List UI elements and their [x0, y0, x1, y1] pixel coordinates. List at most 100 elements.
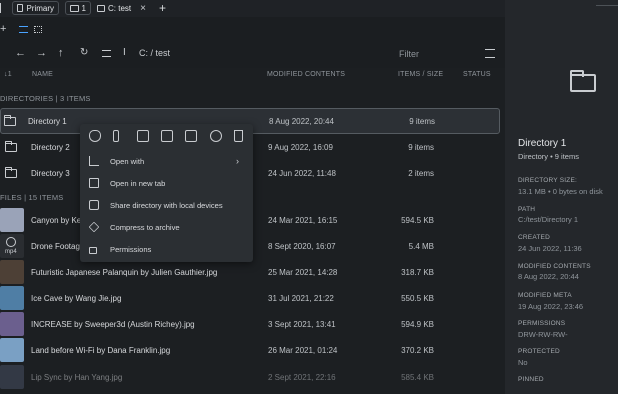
path-value: C:/test/Directory 1 [518, 215, 579, 224]
row-name: Directory 3 [31, 168, 70, 178]
menu-item-open-new-tab[interactable]: Open in new tab [80, 173, 253, 193]
copy-icon[interactable] [161, 130, 173, 142]
protected-label: PROTECTED [518, 348, 560, 355]
permissions-value: DRW-RW-RW- [518, 330, 568, 339]
new-tab-icon [89, 178, 99, 188]
tab-label: C: test [108, 3, 132, 13]
table-row[interactable]: Futuristic Japanese Palanquin by Julien … [0, 259, 500, 285]
directory-size-value: 13.1 MB • 0 bytes on disk [518, 187, 603, 196]
menu-item-label: Permissions [110, 244, 152, 254]
modified-contents-value: 8 Aug 2022, 20:44 [518, 272, 579, 281]
directories-section-header: DIRECTORIES | 3 ITEMS [0, 94, 91, 103]
filter-options-icon[interactable] [485, 49, 495, 58]
row-name: INCREASE by Sweeper3d (Austin Richey).jp… [31, 319, 195, 329]
copy-icon [17, 4, 24, 12]
table-row[interactable]: INCREASE by Sweeper3d (Austin Richey).jp… [0, 311, 500, 337]
primary-label: Primary [26, 3, 54, 13]
row-name: Land before Wi-Fi by Dana Franklin.jpg [31, 345, 171, 355]
files-section-header: FILES | 15 ITEMS [0, 193, 64, 202]
share-icon [89, 200, 99, 210]
window-controls[interactable] [596, 5, 618, 13]
row-name: Directory 2 [31, 142, 70, 152]
row-modified: 24 Jun 2022, 11:48 [268, 168, 336, 178]
menu-item-label: Open with [110, 156, 145, 166]
menu-item-permissions[interactable]: Permissions [80, 239, 253, 259]
protected-value: No [518, 358, 528, 367]
add-icon[interactable]: + [0, 23, 6, 35]
row-name: Drone Footage [31, 241, 85, 251]
details-panel: Directory 1 Directory • 9 items DIRECTOR… [505, 0, 618, 394]
table-row[interactable]: Land before Wi-Fi by Dana Franklin.jpg 2… [0, 337, 500, 363]
row-modified: 25 Mar 2021, 14:28 [268, 267, 338, 277]
modified-contents-label: MODIFIED CONTENTS [518, 263, 591, 270]
new-tab-button[interactable]: + [159, 1, 166, 15]
folder-icon [4, 114, 16, 126]
column-header-status[interactable]: STATUS [463, 71, 491, 85]
row-size: 594.9 KB [401, 319, 434, 329]
created-label: CREATED [518, 234, 550, 241]
menu-item-label: Open in new tab [110, 178, 166, 188]
row-modified: 8 Aug 2022, 20:44 [269, 116, 334, 126]
file-thumbnail [0, 286, 24, 310]
modified-meta-value: 19 Aug 2022, 23:46 [518, 302, 584, 311]
file-thumbnail [0, 260, 24, 284]
row-name: Canyon by Kev [31, 215, 86, 225]
play-icon [6, 237, 16, 247]
column-header-name[interactable]: NAME [32, 71, 53, 85]
directory-size-label: DIRECTORY SIZE: [518, 177, 577, 184]
row-modified: 8 Sept 2020, 16:07 [268, 241, 336, 251]
row-modified: 24 Mar 2021, 16:15 [268, 215, 338, 225]
shield-icon[interactable] [89, 130, 101, 142]
filter-input[interactable]: Filter [393, 44, 505, 64]
link-icon[interactable] [210, 130, 222, 142]
tab-count-label: 1 [81, 3, 86, 13]
menu-item-open-with[interactable]: Open with › [80, 151, 253, 171]
menu-item-compress[interactable]: Compress to archive [80, 217, 253, 237]
menu-item-label: Compress to archive [110, 222, 180, 232]
app-menu-icon[interactable] [0, 3, 4, 13]
pinned-label: PINNED [518, 376, 544, 383]
row-modified: 26 Mar 2021, 01:24 [268, 345, 338, 355]
lock-icon [89, 247, 97, 254]
column-header-modified[interactable]: MODIFIED CONTENTS [267, 71, 345, 85]
primary-window-button[interactable]: Primary [12, 1, 59, 15]
row-name: Lip Sync by Han Yang.jpg [31, 372, 123, 382]
grid-view-icon[interactable] [34, 26, 42, 33]
tab-c-test[interactable]: C: test × [97, 1, 147, 15]
open-with-icon [89, 156, 99, 166]
table-row[interactable]: Ice Cave by Wang Jie.jpg 31 Jul 2021, 21… [0, 285, 500, 311]
list-view-icon[interactable] [19, 26, 28, 33]
row-name: Ice Cave by Wang Jie.jpg [31, 293, 122, 303]
large-folder-icon [570, 70, 596, 92]
refresh-icon[interactable]: ↻ [80, 47, 88, 58]
menu-item-share[interactable]: Share directory with local devices [80, 195, 253, 215]
move-icon[interactable] [137, 130, 149, 142]
permissions-label: PERMISSIONS [518, 320, 566, 327]
row-items: 9 items [408, 142, 434, 152]
file-thumbnail [0, 365, 24, 389]
chevron-right-icon: › [236, 156, 239, 166]
close-tab-icon[interactable]: × [140, 3, 146, 14]
trash-icon[interactable] [234, 130, 243, 142]
column-header-sort-icon[interactable]: ↓1 [4, 71, 12, 85]
up-icon[interactable]: ↑ [58, 47, 64, 59]
table-row[interactable]: Lip Sync by Han Yang.jpg 2 Sept 2021, 22… [0, 364, 500, 390]
pin-icon[interactable] [113, 130, 119, 142]
column-header-items-size[interactable]: ITEMS / SIZE [398, 71, 443, 85]
duplicate-icon[interactable] [185, 130, 197, 142]
row-items: 9 items [409, 116, 435, 126]
drive-icon [97, 4, 105, 12]
sort-icon[interactable] [102, 50, 111, 57]
file-thumbnail [0, 312, 24, 336]
file-thumbnail [0, 208, 24, 232]
tab-count-button[interactable]: 1 [65, 1, 91, 15]
row-size: 370.2 KB [401, 345, 434, 355]
file-thumbnail [0, 338, 24, 362]
forward-icon[interactable]: → [36, 47, 47, 59]
back-icon[interactable]: ← [15, 47, 26, 59]
row-name: Directory 1 [28, 116, 67, 126]
folder-icon [5, 166, 17, 178]
path-breadcrumb[interactable]: C: / test [139, 48, 170, 58]
text-cursor-icon[interactable]: I [123, 47, 126, 58]
menu-item-label: Share directory with local devices [110, 200, 223, 210]
